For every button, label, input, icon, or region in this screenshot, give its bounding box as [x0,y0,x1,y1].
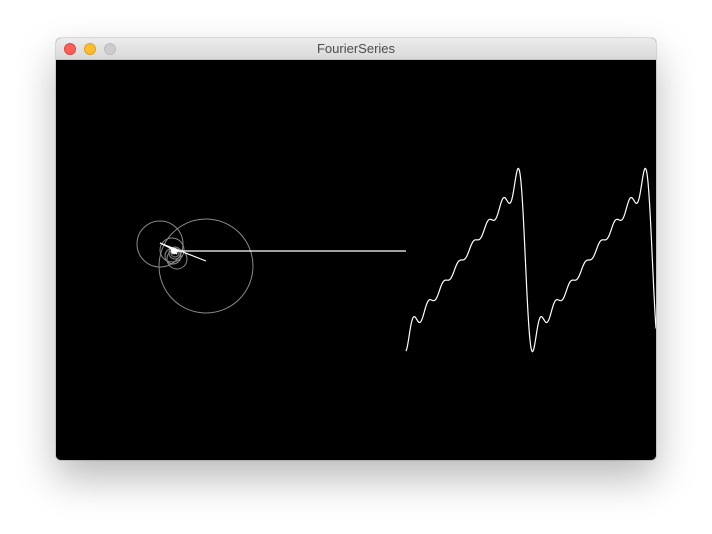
drawing-canvas [56,60,656,460]
epicycle-circles [136,218,254,314]
title-bar[interactable]: FourierSeries [56,38,656,60]
epicycle-circle [158,218,254,314]
sawtooth-wave [405,167,656,353]
window-title: FourierSeries [316,41,396,56]
epicycle-circle [136,220,184,268]
app-window: FourierSeries [56,38,656,460]
fourier-visualization [136,167,656,353]
